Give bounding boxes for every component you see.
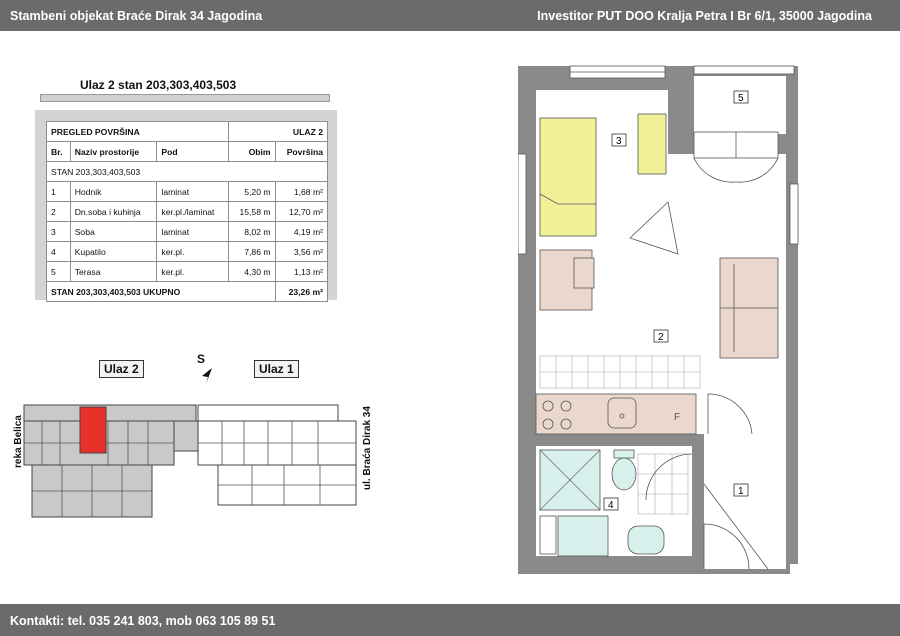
total-value: 23,26 m² <box>274 281 329 302</box>
cell: 7,86 m <box>228 241 276 262</box>
table-row: 3 Soba laminat 8,02 m 4,19 m² <box>46 221 329 242</box>
table-total-row: STAN 203,303,403,503 UKUPNO 23,26 m² <box>46 281 329 302</box>
total-label: STAN 203,303,403,503 UKUPNO <box>46 281 276 302</box>
room-2-label: 2 <box>658 332 664 343</box>
street-label: ul. Braća Dirak 34 <box>362 406 373 490</box>
compass-label: S <box>197 352 206 366</box>
cell: 5 <box>46 261 71 282</box>
cell: 4,19 m² <box>274 221 329 242</box>
cell: ker.pl. <box>156 261 230 282</box>
sink <box>627 525 665 555</box>
table-entrance: ULAZ 2 <box>228 121 328 142</box>
area-table-panel: PREGLED POVRŠINA ULAZ 2 Br. Naziv prosto… <box>35 110 337 302</box>
apartment-highlight <box>79 406 107 454</box>
cell: Dn.soba i kuhinja <box>69 201 158 222</box>
table-row: 1 Hodnik laminat 5,20 m 1,68 m² <box>46 181 329 202</box>
cell: 15,58 m <box>228 201 276 222</box>
col-perimeter: Obim <box>228 141 276 162</box>
washing-machine <box>557 515 609 557</box>
room-3-label: 3 <box>616 136 622 147</box>
cell: 3 <box>46 221 71 242</box>
cell: Terasa <box>69 261 158 282</box>
cell: 8,02 m <box>228 221 276 242</box>
col-number: Br. <box>46 141 71 162</box>
toilet <box>611 457 637 491</box>
cell: 4,30 m <box>228 261 276 282</box>
col-floor: Pod <box>156 141 230 162</box>
cell: Hodnik <box>69 181 158 202</box>
header-bar: Stambeni objekat Braće Dirak 34 Jagodina… <box>0 0 900 31</box>
cell: Soba <box>69 221 158 242</box>
room-4-label: 4 <box>608 500 614 511</box>
cell: ker.pl. <box>156 241 230 262</box>
table-group-label: STAN 203,303,403,503 <box>46 161 328 182</box>
wardrobe <box>637 113 667 175</box>
table-header-row: Br. Naziv prostorije Pod Obim Površina <box>46 141 329 162</box>
fridge-mark: F <box>674 412 680 423</box>
contact-info: Kontakti: tel. 035 241 803, mob 063 105 … <box>10 614 276 628</box>
cell: ker.pl./laminat <box>156 201 230 222</box>
cell: laminat <box>156 221 230 242</box>
project-title: Stambeni objekat Braće Dirak 34 Jagodina <box>10 9 263 23</box>
cell: 1,13 m² <box>274 261 329 282</box>
table-title: PREGLED POVRŠINA <box>45 121 230 142</box>
col-room-name: Naziv prostorije <box>69 141 158 162</box>
cell: 3,56 m² <box>274 241 329 262</box>
room-1-label: 1 <box>738 486 744 497</box>
investor-info: Investitor PUT DOO Kralja Petra I Br 6/1… <box>537 9 872 23</box>
col-area: Površina <box>274 141 329 162</box>
cell: 12,70 m² <box>274 201 329 222</box>
entrance-2-label: Ulaz 2 <box>99 360 144 378</box>
area-table: PREGLED POVRŠINA ULAZ 2 Br. Naziv prosto… <box>45 121 329 302</box>
footer-bar: Kontakti: tel. 035 241 803, mob 063 105 … <box>0 604 900 636</box>
cell: 1,68 m² <box>274 181 329 202</box>
cell: 5,20 m <box>228 181 276 202</box>
cell: Kupatilo <box>69 241 158 262</box>
room-5-label: 5 <box>738 93 744 104</box>
table-row: 5 Terasa ker.pl. 4,30 m 1,13 m² <box>46 261 329 282</box>
site-plan <box>23 404 357 518</box>
cell: 1 <box>46 181 71 202</box>
table-row: 2 Dn.soba i kuhinja ker.pl./laminat 15,5… <box>46 201 329 222</box>
cell: laminat <box>156 181 230 202</box>
apartment-title: Ulaz 2 stan 203,303,403,503 <box>80 78 237 92</box>
table-row: 4 Kupatilo ker.pl. 7,86 m 3,56 m² <box>46 241 329 262</box>
cell: 4 <box>46 241 71 262</box>
floor-plan: F 1 2 3 4 5 <box>518 65 799 574</box>
bed <box>539 117 597 237</box>
entrance-1-label: Ulaz 1 <box>254 360 299 378</box>
title-underline-bar <box>40 94 330 102</box>
compass-arrow-icon <box>202 368 212 384</box>
cell: 2 <box>46 201 71 222</box>
